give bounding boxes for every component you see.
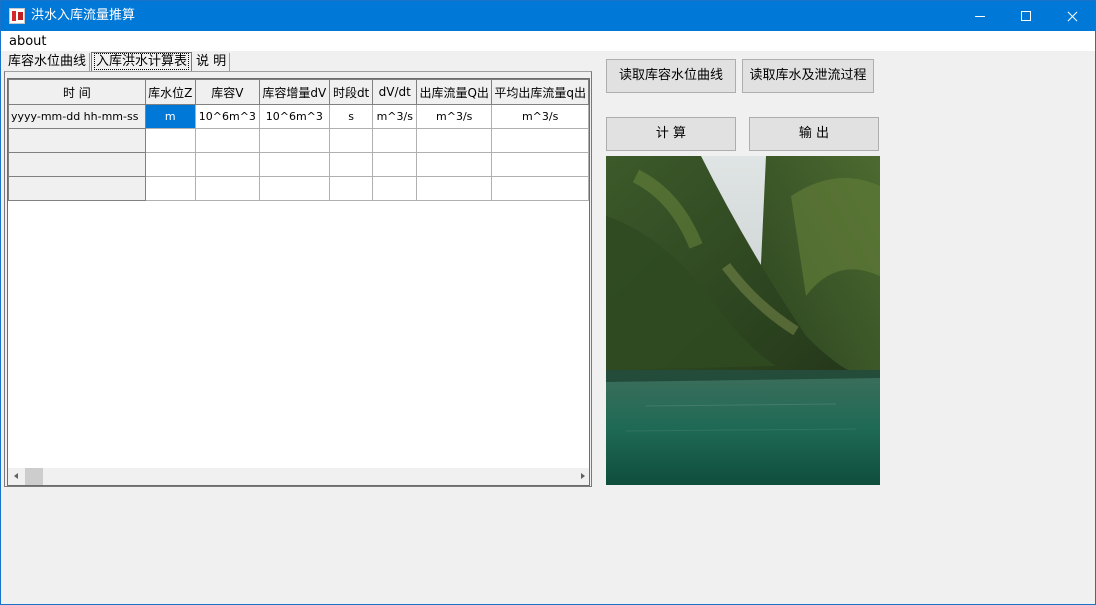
table-cell[interactable]: [8, 176, 146, 201]
table-cell[interactable]: [194, 128, 260, 153]
table-cell[interactable]: [328, 152, 374, 177]
table-cell[interactable]: [372, 176, 418, 201]
table-cell[interactable]: [491, 176, 589, 201]
minimize-button[interactable]: [957, 1, 1003, 31]
table-cell[interactable]: [144, 128, 196, 153]
tab-curve-label: 库容水位曲线: [8, 54, 87, 69]
table-row: [8, 128, 589, 153]
table-cell[interactable]: [258, 176, 330, 201]
table-cell[interactable]: [372, 152, 418, 177]
table-cell[interactable]: [491, 152, 589, 177]
output-button[interactable]: 输 出: [749, 117, 879, 151]
tab-flood-table[interactable]: 入库洪水计算表: [91, 52, 193, 72]
mountain-lake-photo-icon: [606, 156, 880, 485]
scroll-left-icon[interactable]: [8, 468, 25, 485]
window-title: 洪水入库流量推算: [31, 8, 136, 23]
table-cell[interactable]: [372, 128, 418, 153]
landscape-photo: [606, 156, 880, 485]
read-curve-button[interactable]: 读取库容水位曲线: [606, 59, 736, 93]
scroll-right-icon[interactable]: [574, 468, 589, 485]
table-cell[interactable]: [194, 152, 260, 177]
header-row: 时 间 库水位Z 库容V 库容增量dV 时段dt dV/dt 出库流量Q出 平均…: [8, 79, 589, 105]
main-window: 洪水入库流量推算 about 库容水位曲线 入库洪水计算表 说 明 时 间 库水…: [0, 0, 1096, 605]
table-row: yyyy-mm-dd hh-mm-ss m 10^6m^3 10^6m^3 s …: [8, 104, 589, 129]
table-cell[interactable]: [328, 128, 374, 153]
app-logo-icon: [9, 8, 25, 24]
compute-button[interactable]: 计 算: [606, 117, 736, 151]
col-header-dvdt[interactable]: dV/dt: [372, 79, 418, 105]
table-cell[interactable]: [416, 128, 493, 153]
read-process-button[interactable]: 读取库水及泄流过程: [742, 59, 874, 93]
flood-calc-grid[interactable]: 时 间 库水位Z 库容V 库容增量dV 时段dt dV/dt 出库流量Q出 平均…: [7, 78, 590, 486]
unit-cell-time[interactable]: yyyy-mm-dd hh-mm-ss: [8, 104, 146, 129]
unit-cell-outflow[interactable]: m^3/s: [416, 104, 493, 129]
tab-flood-table-label: 入库洪水计算表: [93, 53, 190, 70]
menu-bar: about: [1, 31, 1095, 51]
unit-cell-level[interactable]: m: [144, 104, 196, 129]
table-cell[interactable]: [416, 152, 493, 177]
col-header-storage[interactable]: 库容V: [194, 79, 260, 105]
scroll-thumb[interactable]: [25, 468, 43, 485]
tab-help-label: 说 明: [196, 54, 227, 69]
table-cell[interactable]: [8, 128, 146, 153]
tab-panel: 时 间 库水位Z 库容V 库容增量dV 时段dt dV/dt 出库流量Q出 平均…: [4, 71, 592, 487]
maximize-button[interactable]: [1003, 1, 1049, 31]
unit-cell-storage-delta[interactable]: 10^6m^3: [258, 104, 330, 129]
table-cell[interactable]: [258, 128, 330, 153]
menu-about[interactable]: about: [9, 34, 47, 49]
col-header-interval[interactable]: 时段dt: [328, 79, 374, 105]
table-cell[interactable]: [8, 152, 146, 177]
table-cell[interactable]: [144, 152, 196, 177]
table-cell[interactable]: [416, 176, 493, 201]
table-row: [8, 176, 589, 201]
tab-curve[interactable]: 库容水位曲线: [5, 53, 91, 71]
table-cell[interactable]: [328, 176, 374, 201]
table-cell[interactable]: [144, 176, 196, 201]
table-row: [8, 152, 589, 177]
tab-help[interactable]: 说 明: [193, 53, 231, 71]
data-table: 时 间 库水位Z 库容V 库容增量dV 时段dt dV/dt 出库流量Q出 平均…: [8, 79, 589, 201]
col-header-time[interactable]: 时 间: [8, 79, 146, 105]
unit-cell-storage[interactable]: 10^6m^3: [194, 104, 260, 129]
title-bar[interactable]: 洪水入库流量推算: [1, 1, 1095, 31]
unit-cell-interval[interactable]: s: [328, 104, 374, 129]
unit-cell-avg-outflow[interactable]: m^3/s: [491, 104, 589, 129]
table-cell[interactable]: [194, 176, 260, 201]
horizontal-scrollbar[interactable]: [8, 468, 589, 485]
col-header-level[interactable]: 库水位Z: [144, 79, 196, 105]
col-header-outflow[interactable]: 出库流量Q出: [416, 79, 493, 105]
col-header-avg-outflow[interactable]: 平均出库流量q出: [491, 79, 589, 105]
close-button[interactable]: [1049, 1, 1095, 31]
table-cell[interactable]: [491, 128, 589, 153]
unit-cell-dvdt[interactable]: m^3/s: [372, 104, 418, 129]
table-cell[interactable]: [258, 152, 330, 177]
col-header-storage-delta[interactable]: 库容增量dV: [258, 79, 330, 105]
